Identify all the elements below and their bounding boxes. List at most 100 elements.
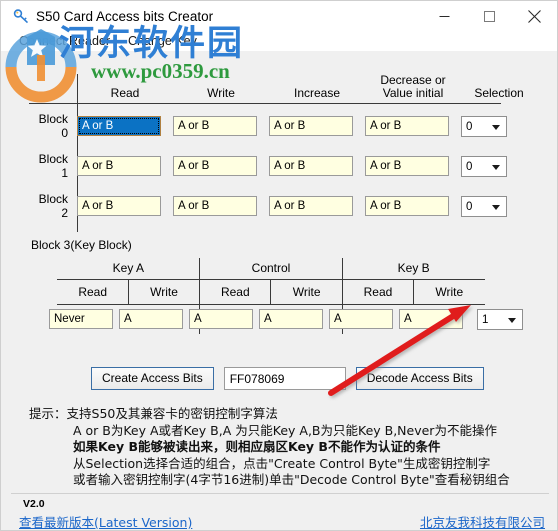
block3-title: Block 3(Key Block) — [31, 238, 132, 252]
cell-block0-read: A or B — [77, 116, 173, 136]
cell-block1-read: A or B — [77, 156, 173, 176]
cell-block1-write: A or B — [173, 156, 269, 176]
cell-block1-decrease: A or B — [365, 156, 461, 176]
field-block0-write[interactable]: A or B — [173, 116, 257, 136]
field-block3-keyb-read[interactable]: A — [329, 309, 393, 329]
window-title: S50 Card Access bits Creator — [36, 8, 214, 24]
minimize-icon[interactable] — [422, 1, 467, 31]
company-link[interactable]: 北京友我科技有限公司 — [420, 512, 545, 530]
dropdown-block3-selection[interactable]: 1 — [477, 309, 523, 330]
cell-block2-read: A or B — [77, 196, 173, 216]
version-label: V2.0 — [23, 498, 45, 510]
access-bits-grid: Read Write Increase Decrease or Value in… — [29, 72, 529, 104]
cell-block1-increase: A or B — [269, 156, 365, 176]
block3-field-row: Never A A A A A 1 — [49, 309, 529, 330]
chevron-down-icon — [492, 164, 500, 170]
tips-line-3: 如果Key B能够被读出来，则相应扇区Key B不能作为认证的条件 — [73, 439, 441, 454]
field-block2-increase[interactable]: A or B — [269, 196, 353, 216]
cell-block2-selection: 0 — [461, 195, 537, 217]
tips-line-4: 从Selection选择合适的组合，点击"Create Control Byte… — [73, 455, 491, 471]
field-block3-control-read[interactable]: A — [189, 309, 253, 329]
block3-keya-write-header: Write — [150, 285, 178, 299]
table-row: Block 2 A or B A or B A or B A or B 0 — [29, 186, 529, 226]
block3-table: Key A Control Key B Read Write Read Writ… — [57, 258, 485, 334]
tips-block: 提示：支持S50及其兼容卡的密钥控制字算法 A or B为Key A或者Key … — [29, 406, 553, 489]
row-label-block2: Block 2 — [38, 192, 68, 220]
cell-block3-selection: 1 — [477, 309, 523, 330]
tips-lead: 提示： — [29, 406, 67, 421]
field-block3-keya-write[interactable]: A — [119, 309, 183, 329]
action-button-row: Create Access Bits FF078069 Decode Acces… — [91, 367, 484, 390]
dropdown-block0-selection[interactable]: 0 — [461, 115, 507, 137]
client-area: 河东软件园 www.pc0359.cn Read Write Increase … — [1, 24, 557, 530]
block3-keya-read-header: Read — [78, 285, 107, 299]
field-block0-decrease[interactable]: A or B — [365, 116, 449, 136]
tips-line-1: 提示：支持S50及其兼容卡的密钥控制字算法 — [29, 406, 553, 423]
dropdown-block2-selection[interactable]: 0 — [461, 195, 507, 217]
grid-body: Block 0 A or B A or B A or B A or B 0 Bl… — [29, 106, 529, 226]
field-block1-increase[interactable]: A or B — [269, 156, 353, 176]
field-block1-write[interactable]: A or B — [173, 156, 257, 176]
block3-sub-divider-2 — [270, 279, 271, 304]
cell-block0-increase: A or B — [269, 116, 365, 136]
cell-block2-increase: A or B — [269, 196, 365, 216]
access-bits-hex-input[interactable]: FF078069 — [223, 367, 346, 390]
cell-block3-keyb-read: A — [329, 309, 399, 330]
field-block0-increase[interactable]: A or B — [269, 116, 353, 136]
chevron-down-icon — [492, 124, 500, 130]
header-increase: Increase — [293, 86, 341, 100]
menu-item-connect-reader[interactable]: Connect Reader — [10, 34, 119, 48]
block3-group-keyb: Key B — [397, 261, 430, 275]
block3-group-row: Key A Control Key B — [57, 258, 485, 280]
cell-block0-write: A or B — [173, 116, 269, 136]
block3-keyb-write-header: Write — [435, 285, 464, 299]
latest-version-link[interactable]: 查看最新版本(Latest Version) — [19, 512, 192, 530]
create-access-bits-button[interactable]: Create Access Bits — [91, 367, 214, 390]
footer-divider — [11, 493, 549, 494]
field-block2-write[interactable]: A or B — [173, 196, 257, 216]
field-block2-decrease[interactable]: A or B — [365, 196, 449, 216]
dropdown-block2-value: 0 — [466, 200, 473, 213]
field-block3-keya-read[interactable]: Never — [49, 309, 113, 329]
row-label-block1: Block 1 — [38, 152, 68, 180]
dropdown-block3-value: 1 — [482, 314, 489, 326]
header-write: Write — [207, 86, 235, 100]
block3-group-divider-2 — [342, 258, 343, 304]
field-block0-read[interactable]: A or B — [77, 116, 161, 136]
field-block1-read[interactable]: A or B — [77, 156, 161, 176]
cell-block3-control-read: A — [189, 309, 259, 330]
dropdown-block1-value: 0 — [466, 160, 473, 173]
block3-subheader-row: Read Write Read Write Read Write — [57, 280, 485, 305]
dropdown-block1-selection[interactable]: 0 — [461, 155, 507, 177]
cell-block0-decrease: A or B — [365, 116, 461, 136]
header-selection: Selection — [474, 86, 524, 100]
window-controls — [422, 1, 557, 31]
field-block2-read[interactable]: A or B — [77, 196, 161, 216]
field-block3-control-write[interactable]: A — [259, 309, 323, 329]
block3-rule-1 — [57, 279, 485, 280]
title-bar: S50 Card Access bits Creator — [1, 1, 557, 31]
field-block1-decrease[interactable]: A or B — [365, 156, 449, 176]
dropdown-block0-value: 0 — [466, 120, 473, 133]
tips-line1-text: 支持S50及其兼容卡的密钥控制字算法 — [66, 406, 278, 421]
table-row: Block 0 A or B A or B A or B A or B 0 — [29, 106, 529, 146]
menu-bar: Connect Reader Change Key — [1, 31, 557, 51]
decode-access-bits-button[interactable]: Decode Access Bits — [355, 367, 484, 390]
cell-block3-keyb-write: A — [399, 309, 469, 330]
header-read: Read — [110, 86, 140, 100]
block3-keyb-read-header: Read — [363, 285, 393, 299]
cell-block1-selection: 0 — [461, 155, 537, 177]
key-icon — [13, 8, 30, 25]
table-row: Block 1 A or B A or B A or B A or B 0 — [29, 146, 529, 186]
field-block3-keyb-write[interactable]: A — [399, 309, 463, 329]
close-icon[interactable] — [512, 1, 557, 31]
cell-block3-keya-write: A — [119, 309, 189, 330]
menu-item-change-key[interactable]: Change Key — [119, 34, 206, 48]
block3-group-control: Control — [251, 261, 291, 275]
cell-block0-selection: 0 — [461, 115, 537, 137]
cell-block2-decrease: A or B — [365, 196, 461, 216]
row-label-block0: Block 0 — [38, 112, 68, 140]
tips-line-5: 或者输入密钥控制字(4字节16进制)单击"Decode Control Byte… — [73, 472, 510, 487]
maximize-icon[interactable] — [467, 1, 512, 31]
block3-group-keya: Key A — [112, 261, 145, 275]
